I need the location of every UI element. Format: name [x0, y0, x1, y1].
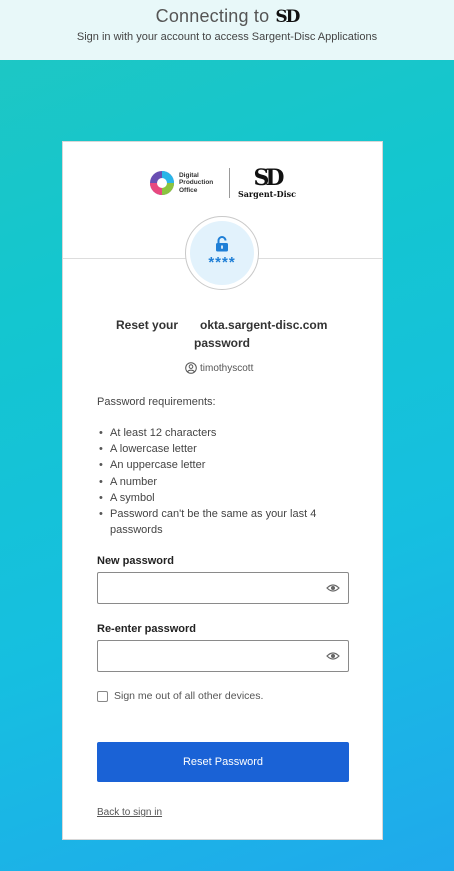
page-title-line-1: Reset your okta.sargent-disc.com [116, 318, 376, 332]
badge-inner: **** [190, 221, 254, 285]
user-circle-icon [185, 362, 197, 374]
dpo-line-3: Office [178, 186, 198, 194]
sargent-disc-logo: SD Sargent-Disc [238, 167, 296, 199]
signout-label[interactable]: Sign me out of all other devices. [114, 690, 263, 702]
connecting-text: Connecting to [155, 6, 270, 26]
requirement-item: Password can't be the same as your last … [97, 506, 347, 538]
back-to-sign-in-link[interactable]: Back to sign in [97, 807, 162, 818]
requirements-list: At least 12 characters A lowercase lette… [97, 425, 347, 538]
reenter-password-field[interactable] [97, 640, 349, 672]
padlock-icon [216, 235, 228, 251]
signout-checkbox[interactable] [97, 690, 108, 702]
page-title-prefix: Reset your [116, 318, 179, 332]
reenter-password-label: Re-enter password [97, 623, 197, 635]
username-text: timothyscott [200, 362, 254, 374]
password-badge: **** [185, 216, 259, 290]
requirement-item: An uppercase letter [97, 457, 347, 473]
reset-password-button[interactable]: Reset Password [97, 742, 349, 782]
sargent-disc-mark: SD [275, 6, 300, 27]
reset-password-card: Digital Production Office SD Sargent-Dis… [62, 141, 383, 840]
page-title-domain: okta.sargent-disc.com [200, 318, 328, 332]
eye-icon[interactable] [326, 583, 340, 593]
dpo-line-2: Production [178, 179, 214, 187]
new-password-label: New password [97, 555, 175, 567]
logo-divider [228, 168, 230, 198]
new-password-field[interactable] [97, 572, 349, 604]
dpo-aperture-icon [149, 171, 174, 195]
logo-row: Digital Production Office SD Sargent-Dis… [63, 165, 382, 201]
requirement-item: A symbol [97, 490, 347, 506]
top-banner: Connecting to SD Sign in with your accou… [0, 0, 454, 60]
requirement-item: At least 12 characters [97, 425, 347, 441]
requirements-title: Password requirements: [97, 396, 216, 408]
sd-logo-mark: SD [253, 165, 285, 191]
masked-password-stars: **** [208, 253, 236, 271]
connecting-subtitle: Sign in with your account to access Sarg… [76, 31, 378, 43]
requirement-item: A number [97, 474, 347, 490]
sd-logo-name: Sargent-Disc [237, 189, 297, 199]
dpo-line-1: Digital [178, 171, 199, 179]
requirement-item: A lowercase letter [97, 441, 347, 457]
page-title-line-2: password [194, 336, 251, 350]
eye-icon[interactable] [326, 651, 340, 661]
username-display: timothyscott [185, 362, 253, 374]
connecting-title: Connecting to SD [0, 6, 454, 27]
dpo-wordmark: Digital Production Office [179, 172, 221, 195]
signout-option[interactable]: Sign me out of all other devices. [97, 690, 263, 702]
dpo-logo: Digital Production Office [149, 170, 221, 196]
